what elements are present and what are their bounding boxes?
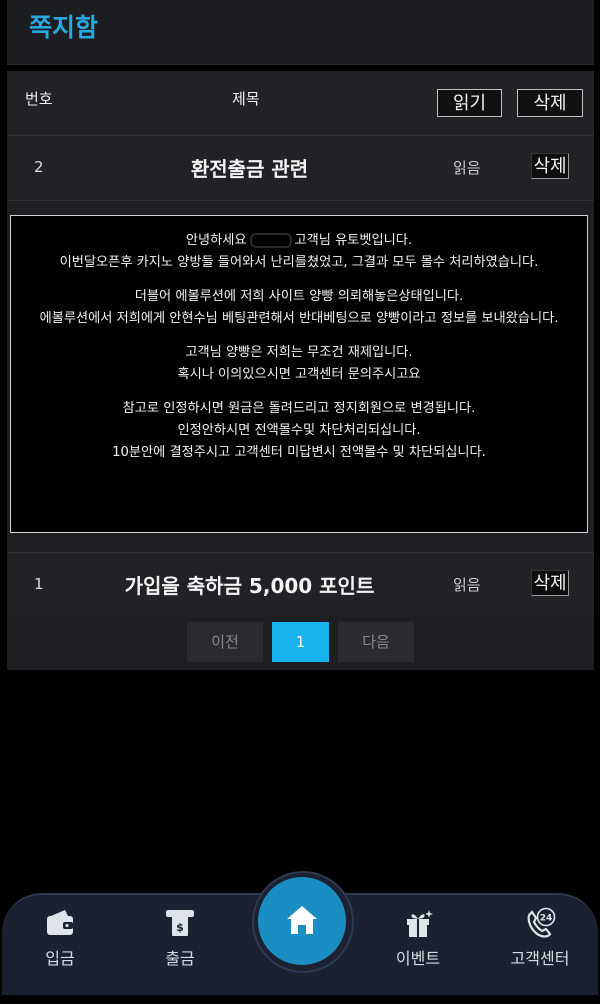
delete-button[interactable]: 삭제 bbox=[531, 570, 569, 596]
page-title: 쪽지함 bbox=[29, 13, 99, 42]
cash-withdraw-icon: $ bbox=[166, 910, 194, 936]
current-page-button[interactable]: 1 bbox=[272, 622, 329, 662]
message-line: 10분안에 결정주시고 고객센터 미답변시 전액몰수 및 차단되십니다. bbox=[112, 445, 486, 460]
nav-event-label: 이벤트 bbox=[395, 949, 441, 968]
gift-icon bbox=[407, 910, 433, 937]
next-page-button[interactable]: 다음 bbox=[338, 622, 414, 662]
table-row[interactable]: 1 가입을 축하금 5,000 포인트 읽음 삭제 bbox=[7, 552, 594, 617]
support-badge-text: 24 bbox=[540, 914, 553, 924]
nav-deposit-label: 입금 bbox=[45, 949, 75, 968]
read-all-button[interactable]: 읽기 bbox=[437, 89, 502, 117]
table-row[interactable]: 2 환전출금 관련 읽음 삭제 bbox=[7, 136, 594, 201]
nav-withdraw[interactable]: $ 출금 bbox=[130, 907, 230, 969]
message-line: 혹시나 이의있으시면 고객센터 문의주시고요 bbox=[177, 367, 421, 382]
column-header-title: 제목 bbox=[232, 90, 260, 108]
message-body: 안녕하세요 고객님 유토벳입니다. 이번달오픈후 카지노 양방들 들어와서 난리를… bbox=[10, 215, 588, 533]
message-line: 이번달오픈후 카지노 양방들 들어와서 난리를쳤었고, 그결과 모두 몰수 처리… bbox=[59, 255, 539, 270]
svg-text:$: $ bbox=[176, 921, 184, 934]
pagination: 이전 1 다음 bbox=[7, 621, 594, 665]
header-bar: 쪽지함 bbox=[7, 0, 594, 65]
nav-support[interactable]: 24 고객센터 bbox=[490, 907, 590, 969]
row-title[interactable]: 환전출금 관련 bbox=[7, 153, 492, 182]
home-icon bbox=[287, 906, 317, 934]
nav-support-label: 고객센터 bbox=[510, 949, 570, 968]
message-line: 에볼루션에서 저희에게 안현수님 베팅관련해서 반대베팅으로 양빵이라고 정보를… bbox=[39, 311, 559, 326]
read-status: 읽음 bbox=[453, 159, 481, 177]
read-status: 읽음 bbox=[453, 576, 481, 594]
nav-withdraw-label: 출금 bbox=[165, 949, 195, 968]
bottom-nav: 입금 $ 출금 이벤트 24 고객센터 bbox=[0, 871, 600, 1004]
table-header: 번호 제목 읽기 삭제 bbox=[7, 71, 594, 136]
greeting-text-after: 고객님 유토벳입니다. bbox=[294, 233, 413, 248]
delete-all-button[interactable]: 삭제 bbox=[517, 89, 583, 117]
nav-event[interactable]: 이벤트 bbox=[368, 907, 468, 969]
message-line: 참고로 인정하시면 원금은 돌려드리고 정지회원으로 변경됩니다. bbox=[122, 401, 476, 416]
message-greeting-line: 안녕하세요 고객님 유토벳입니다. bbox=[19, 230, 579, 252]
message-line: 인정안하시면 전액몰수및 차단처리되십니다. bbox=[177, 423, 421, 438]
redacted-name bbox=[249, 232, 292, 248]
delete-button[interactable]: 삭제 bbox=[531, 153, 569, 179]
support-24h-icon: 24 bbox=[527, 907, 556, 938]
column-header-number: 번호 bbox=[25, 90, 53, 108]
message-line: 더블어 에볼루션에 저희 사이트 양빵 의뢰해놓은상태입니다. bbox=[134, 289, 464, 304]
message-panel: 번호 제목 읽기 삭제 2 환전출금 관련 읽음 삭제 안녕하세요 고객님 유토벳… bbox=[7, 71, 594, 670]
greeting-text: 안녕하세요 bbox=[185, 233, 247, 248]
wallet-icon bbox=[47, 910, 73, 935]
message-line: 고객님 양빵은 저희는 무조건 재제입니다. bbox=[185, 345, 413, 360]
home-button[interactable] bbox=[258, 877, 346, 965]
prev-page-button[interactable]: 이전 bbox=[187, 622, 263, 662]
row-title[interactable]: 가입을 축하금 5,000 포인트 bbox=[7, 570, 492, 599]
nav-deposit[interactable]: 입금 bbox=[10, 907, 110, 969]
